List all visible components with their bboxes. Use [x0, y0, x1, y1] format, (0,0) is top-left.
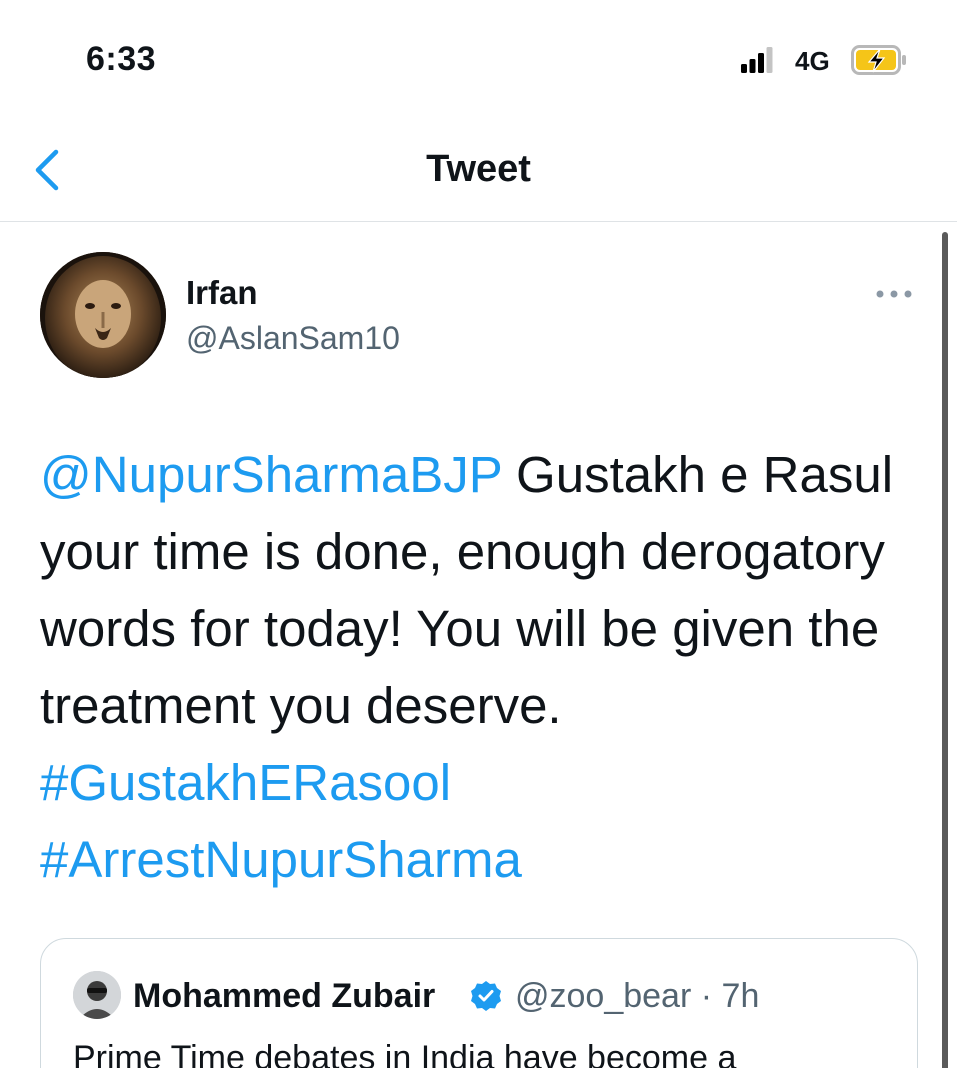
status-bar: 6:33 4G: [0, 0, 957, 110]
quoted-author-name: Mohammed Zubair: [133, 977, 436, 1015]
hashtag-link[interactable]: #ArrestNupurSharma: [40, 821, 920, 898]
tweet-text-line4: treatment you deserve.: [40, 677, 562, 734]
tweet-text-line3: words for today! You will be given the: [40, 600, 880, 657]
page-title: Tweet: [426, 148, 531, 190]
quoted-tweet-text: Prime Time debates in India have become …: [73, 1039, 737, 1068]
quoted-tweet-time: 7h: [721, 977, 760, 1015]
tweet-text-line1: Gustakh e Rasul: [501, 446, 894, 503]
hashtag-link[interactable]: #GustakhERasool: [40, 744, 920, 821]
author-name[interactable]: Irfan: [186, 274, 258, 312]
verified-badge-icon: [471, 981, 501, 1011]
quoted-tweet-card[interactable]: Mohammed Zubair @zoo_bear · 7h Prime Tim…: [40, 938, 918, 1068]
status-time: 6:33: [86, 40, 157, 78]
tweet-text-line2: your time is done, enough derogatory: [40, 523, 885, 580]
battery-charging-icon: [851, 45, 906, 75]
mention-link[interactable]: @NupurSharmaBJP: [40, 446, 502, 503]
more-dots-icon[interactable]: [872, 282, 916, 306]
meta-separator: ·: [700, 977, 713, 1015]
author-handle[interactable]: @AslanSam10: [186, 320, 400, 357]
network-type: 4G: [795, 46, 830, 76]
quoted-author-avatar: [73, 971, 121, 1019]
nav-header: Tweet: [0, 110, 957, 222]
author-avatar[interactable]: [40, 252, 166, 378]
lion-avatar-image: [40, 252, 166, 378]
tweet-text: @NupurSharmaBJP Gustakh e Rasul your tim…: [40, 436, 920, 898]
signal-icon: [741, 47, 773, 73]
scrollbar[interactable]: [942, 232, 948, 1068]
quoted-author-handle: @zoo_bear: [515, 977, 692, 1015]
quoted-author-meta: @zoo_bear · 7h: [515, 977, 759, 1016]
